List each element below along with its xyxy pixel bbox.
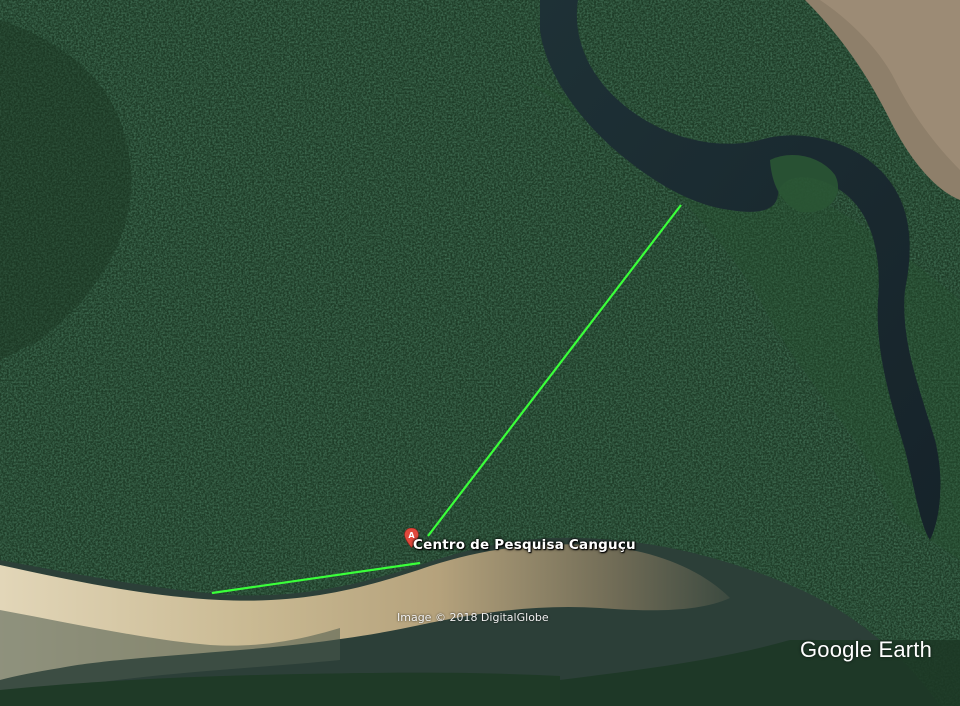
- imagery-credit: Image © 2018 DigitalGlobe: [397, 611, 549, 624]
- place-label[interactable]: Centro de Pesquisa Canguçu: [413, 537, 636, 553]
- google-earth-logo: Google Earth: [800, 637, 933, 662]
- satellite-map-view[interactable]: A Centro de Pesquisa Canguçu Image © 201…: [0, 0, 960, 706]
- satellite-imagery: [0, 0, 960, 706]
